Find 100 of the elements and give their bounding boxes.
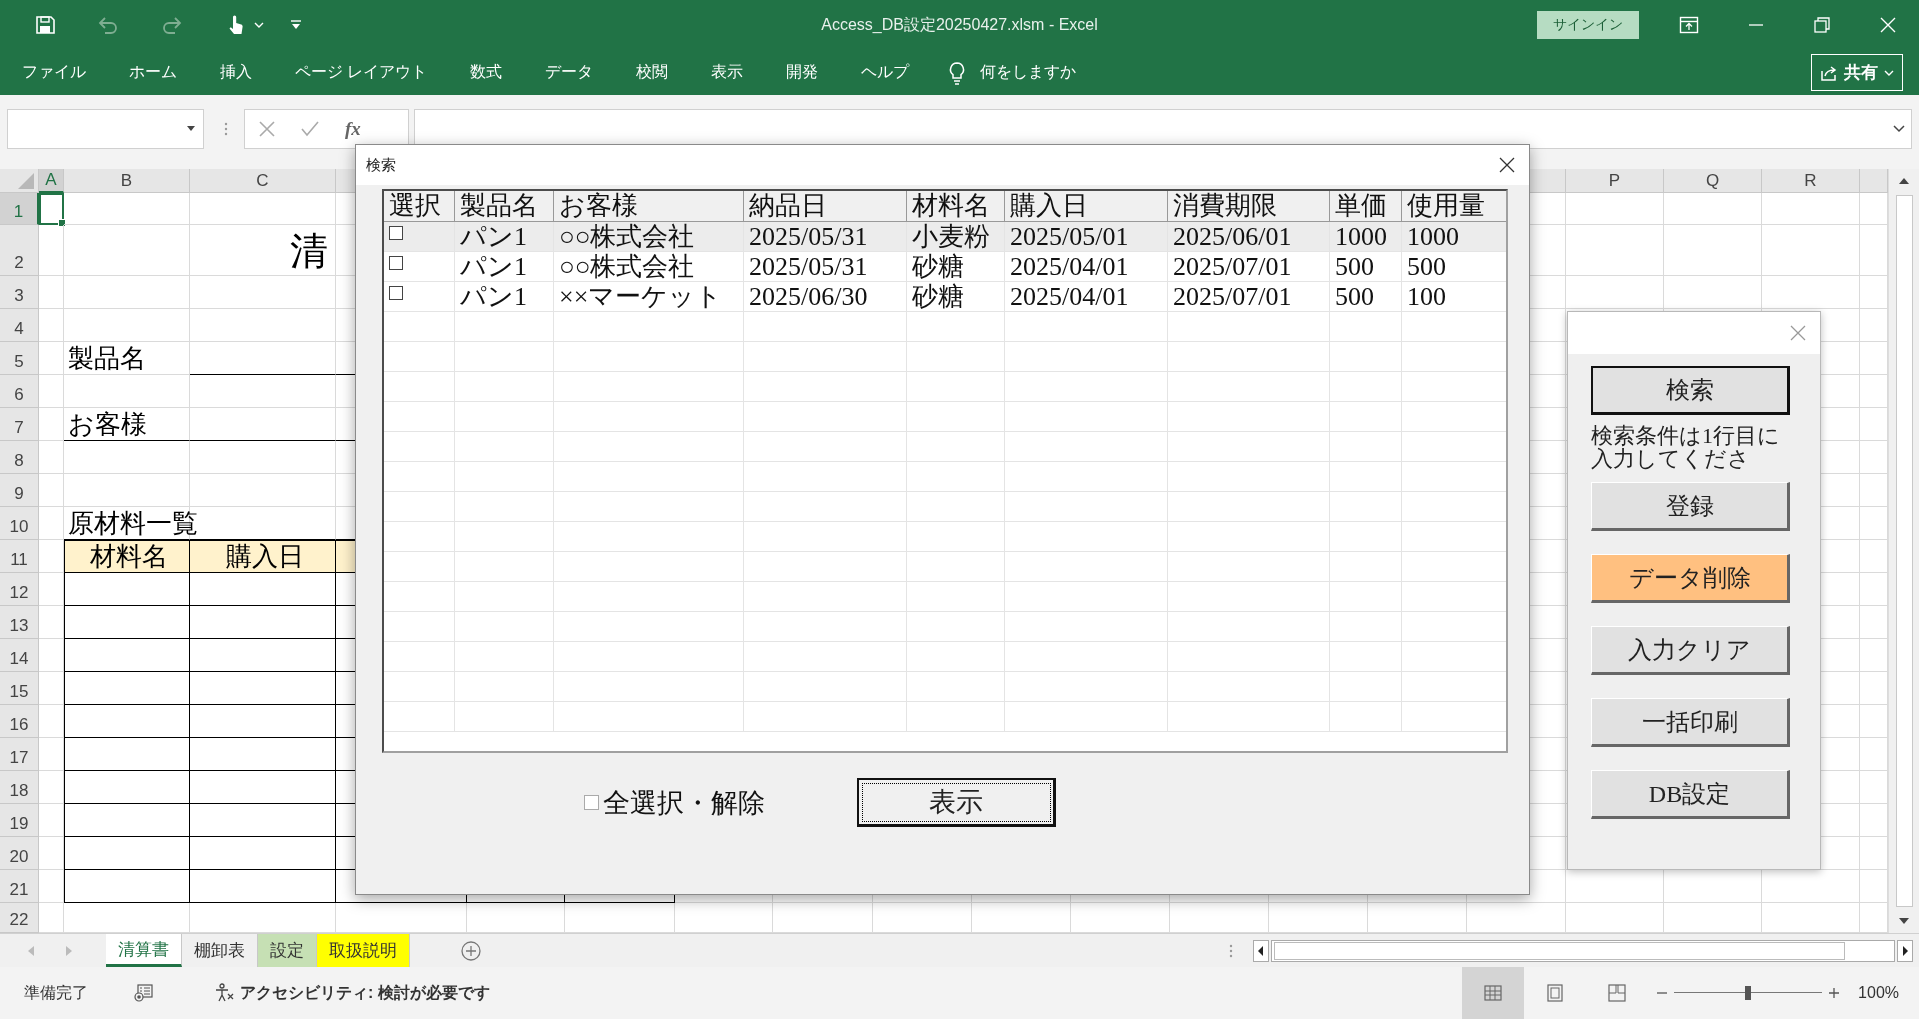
- ribbon-tab[interactable]: 校閲: [616, 58, 689, 87]
- sheet-cell[interactable]: [64, 672, 190, 705]
- expand-caret-icon[interactable]: [1893, 125, 1905, 133]
- ribbon-tab[interactable]: 表示: [691, 58, 764, 87]
- row-header[interactable]: 3: [0, 276, 39, 309]
- sheet-cell[interactable]: [64, 870, 190, 903]
- caret-icon[interactable]: [254, 21, 264, 29]
- column-header[interactable]: C: [190, 169, 336, 193]
- sheet-cell[interactable]: [64, 573, 190, 606]
- row-header[interactable]: 10: [0, 507, 39, 540]
- sheet-cell[interactable]: [64, 804, 190, 837]
- sheet-cell[interactable]: [190, 606, 336, 639]
- ribbon-tab[interactable]: ヘルプ: [841, 58, 930, 87]
- zoom-slider[interactable]: [1674, 986, 1823, 1000]
- ribbon-tab[interactable]: 挿入: [200, 58, 272, 87]
- ribbon-display-icon[interactable]: [1679, 16, 1699, 34]
- sheet-cell[interactable]: 清: [190, 225, 336, 276]
- list-row[interactable]: パン1 ××マーケット 2025/06/30 砂糖 2025/04/01 2025/07/01 500 100: [384, 282, 1506, 312]
- sheet-cell[interactable]: [190, 804, 336, 837]
- row-header[interactable]: 17: [0, 738, 39, 771]
- sheet-cell[interactable]: [64, 606, 190, 639]
- sheet-cell[interactable]: [64, 738, 190, 771]
- sheet-cell[interactable]: [190, 870, 336, 903]
- ribbon-tab[interactable]: ファイル: [2, 58, 106, 87]
- show-button[interactable]: 表示: [857, 778, 1056, 827]
- insert-function-button[interactable]: fx: [345, 118, 361, 140]
- row-header[interactable]: 12: [0, 573, 39, 606]
- row-header[interactable]: 16: [0, 705, 39, 738]
- restore-icon[interactable]: [1813, 16, 1831, 34]
- select-all-checkbox[interactable]: [584, 795, 599, 810]
- sheet-cell[interactable]: [190, 705, 336, 738]
- customize-icon[interactable]: [290, 19, 302, 31]
- sheet-cell[interactable]: [190, 837, 336, 870]
- undo-icon[interactable]: [96, 14, 120, 36]
- zoom-in-icon[interactable]: [1828, 987, 1841, 999]
- sheet-cell[interactable]: 製品名: [64, 342, 190, 375]
- cancel-icon[interactable]: [259, 121, 275, 137]
- accessibility-icon[interactable]: [214, 983, 234, 1003]
- sheet-cell[interactable]: [64, 771, 190, 804]
- row-header[interactable]: 19: [0, 804, 39, 837]
- panel-button[interactable]: データ削除: [1591, 554, 1790, 604]
- resize-handle-icon[interactable]: [1229, 943, 1233, 958]
- sheet-cell[interactable]: [190, 771, 336, 804]
- column-header[interactable]: P: [1566, 169, 1664, 193]
- row-header[interactable]: 9: [0, 474, 39, 507]
- row-header[interactable]: 22: [0, 903, 39, 933]
- ribbon-tab[interactable]: ページ レイアウト: [275, 58, 448, 87]
- previous-sheet-icon[interactable]: [26, 943, 36, 958]
- sign-in-button[interactable]: サインイン: [1537, 11, 1639, 39]
- ribbon-tab[interactable]: 開発: [766, 58, 839, 87]
- row-header[interactable]: 15: [0, 672, 39, 705]
- column-header[interactable]: R: [1762, 169, 1860, 193]
- row-header[interactable]: 7: [0, 408, 39, 441]
- row-header[interactable]: 1: [0, 193, 39, 225]
- row-checkbox[interactable]: [389, 226, 403, 240]
- scroll-right-icon[interactable]: [1897, 939, 1913, 962]
- column-header[interactable]: [1860, 169, 1888, 193]
- lightbulb-icon[interactable]: [948, 60, 967, 85]
- results-list[interactable]: [382, 189, 1508, 753]
- row-header[interactable]: 8: [0, 441, 39, 474]
- panel-button[interactable]: DB設定: [1591, 770, 1790, 820]
- row-header[interactable]: 13: [0, 606, 39, 639]
- row-header[interactable]: 14: [0, 639, 39, 672]
- macro-record-icon[interactable]: [134, 984, 154, 1002]
- sheet-cell[interactable]: 材料名: [64, 540, 190, 573]
- sheet-cell[interactable]: [64, 639, 190, 672]
- close-icon[interactable]: [1499, 157, 1515, 173]
- row-header[interactable]: 4: [0, 309, 39, 342]
- sheet-cell[interactable]: [190, 573, 336, 606]
- ribbon-tab[interactable]: データ: [525, 58, 614, 87]
- sheet-tab[interactable]: 取扱説明: [317, 934, 410, 967]
- name-box[interactable]: [7, 109, 204, 149]
- row-header[interactable]: 5: [0, 342, 39, 375]
- scroll-left-icon[interactable]: [1253, 939, 1269, 962]
- row-header[interactable]: 21: [0, 870, 39, 903]
- sheet-cell[interactable]: [190, 738, 336, 771]
- checkbox-label[interactable]: 全選択・解除: [603, 784, 765, 821]
- panel-button[interactable]: 一括印刷: [1591, 698, 1790, 748]
- list-row[interactable]: パン1 ○○株式会社 2025/05/31 砂糖 2025/04/01 2025/07/01 500 500: [384, 252, 1506, 282]
- sheet-cell[interactable]: [190, 639, 336, 672]
- tell-me-field[interactable]: 何をしますか: [980, 62, 1077, 83]
- column-header[interactable]: A: [39, 169, 64, 193]
- column-header[interactable]: B: [64, 169, 190, 193]
- ribbon-tab[interactable]: 数式: [450, 58, 523, 87]
- panel-button[interactable]: 入力クリア: [1591, 626, 1790, 676]
- add-sheet-icon[interactable]: [460, 939, 482, 962]
- row-checkbox[interactable]: [389, 286, 403, 300]
- row-header[interactable]: 6: [0, 375, 39, 408]
- normal-view-icon[interactable]: [1462, 967, 1525, 1019]
- sheet-cell[interactable]: 購入日: [190, 540, 336, 573]
- redo-icon[interactable]: [160, 14, 184, 36]
- zoom-slider-thumb[interactable]: [1745, 986, 1752, 1000]
- sheet-cell[interactable]: [64, 705, 190, 738]
- row-header[interactable]: 11: [0, 540, 39, 573]
- sheet-cell[interactable]: お客様: [64, 408, 190, 441]
- sheet-tab[interactable]: 設定: [258, 934, 317, 967]
- panel-button[interactable]: 登録: [1591, 482, 1790, 532]
- next-sheet-icon[interactable]: [64, 943, 74, 958]
- sheet-cell[interactable]: [64, 837, 190, 870]
- accessibility-status[interactable]: アクセシビリティ: 検討が必要です: [240, 982, 490, 1004]
